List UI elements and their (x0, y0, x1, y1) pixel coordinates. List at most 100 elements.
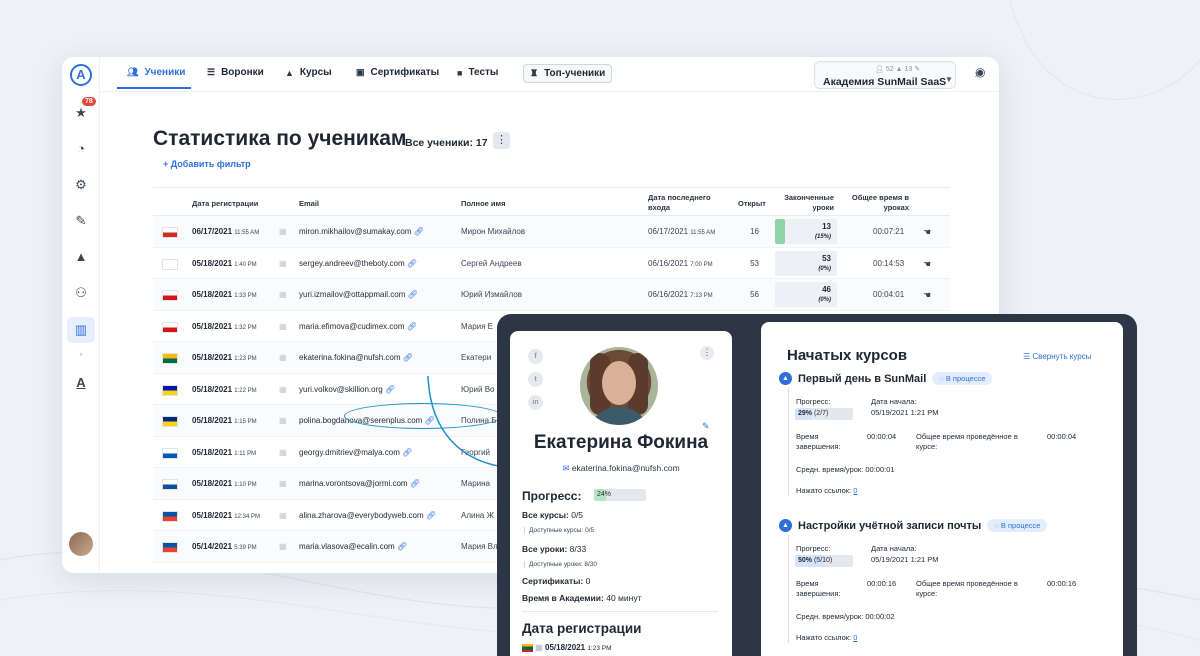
col-registration-date[interactable]: Дата регистрации (192, 199, 258, 209)
link-icon[interactable]: 🔗︎ (426, 511, 436, 520)
windows-icon: ▦ (279, 227, 287, 236)
avatar[interactable] (69, 532, 93, 556)
table-row[interactable]: 05/18/2021 1:40 PM ▦ sergey.andreev@thebot… (153, 248, 950, 279)
col-email[interactable]: Email (299, 199, 319, 209)
users-icon: 👥︎ (127, 67, 139, 77)
all-lessons: Все уроки: 8/33 (522, 544, 587, 554)
avg-time: Средн. время/урок: 00:00:01 (796, 465, 895, 474)
course-title[interactable]: ▲ Настройки учётной записи почты ◌ В проце… (779, 519, 1048, 532)
country-flag (162, 227, 178, 238)
windows-icon: ▦ (279, 321, 287, 331)
add-filter-link[interactable]: + Добавить фильтр (163, 159, 251, 169)
gear-icon[interactable]: ⚙ (73, 177, 89, 193)
tab-courses[interactable]: ▲ Курсы (285, 67, 332, 78)
academy-icon[interactable]: A (73, 375, 89, 391)
link-icon[interactable]: 🔗︎ (385, 385, 395, 394)
org-stats: 👤︎ 52 ▲ 13 ✎ (875, 66, 921, 73)
chart-icon[interactable]: ▥ (73, 322, 89, 338)
view-hand-icon[interactable]: ☚ (923, 227, 931, 238)
link-icon[interactable]: 🔗︎ (402, 448, 412, 457)
link-icon[interactable]: 🔗︎ (403, 353, 413, 362)
app-logo[interactable]: A (70, 64, 92, 86)
windows-icon: ▦ (279, 479, 287, 488)
link-icon[interactable]: 🔗︎ (407, 322, 417, 331)
funnel-icon: ☰ (207, 67, 216, 77)
dashboard-gauge-icon[interactable]: ◔ (73, 141, 89, 157)
course-title[interactable]: ▲ Первый день в SunMail ◌ В процессе (779, 372, 993, 385)
certificate-icon: ▣ (356, 67, 365, 77)
col-last-login[interactable]: Дата последнего входа (648, 193, 728, 213)
active-tab-indicator (117, 87, 191, 89)
view-hand-icon[interactable]: ☚ (923, 259, 931, 270)
email-cell[interactable]: maria.vlasova@ecalin.com 🔗︎ (299, 542, 407, 551)
edit-pencil-icon[interactable]: ✎ (702, 421, 710, 432)
tab-funnels[interactable]: ☰ Воронки (207, 67, 264, 78)
col-full-name[interactable]: Полное имя (461, 199, 505, 209)
email-cell[interactable]: sergey.andreev@theboty.com 🔗︎ (299, 259, 417, 268)
links-clicked: Нажато ссылок: 0 (796, 486, 858, 495)
envelope-icon: ✉ (562, 463, 570, 473)
graduation-cap-icon[interactable]: ▲ (73, 249, 89, 265)
last-login: 06/16/2021 7:13 PM (648, 290, 713, 299)
progress-label: Прогресс: (522, 489, 582, 503)
certificates: Сертификаты: 0 (522, 576, 591, 586)
organization-selector[interactable]: 👤︎ 52 ▲ 13 ✎ Академия SunMail SaaS ▼ (814, 61, 956, 89)
total-time: 00:04:01 (873, 290, 905, 299)
email-cell[interactable]: miron.mikhailov@sumakay.com 🔗︎ (299, 227, 424, 236)
facebook-icon[interactable]: f (528, 349, 543, 364)
top-navigation: 👥︎ Ученики ☰ Воронки ▲ Курсы ▣ Сертификаты ■… (100, 57, 999, 91)
email-cell[interactable]: yuri.izmailov@ottappmail.com 🔗︎ (299, 290, 418, 299)
email-cell[interactable]: yuri.volkov@skillion.org 🔗︎ (299, 385, 395, 394)
link-icon[interactable]: 🔗︎ (397, 542, 407, 551)
start-date: 05/19/2021 1:21 PM (871, 555, 939, 564)
links-count[interactable]: 0 (853, 633, 857, 642)
email-cell[interactable]: marina.vorontsova@jormi.com 🔗︎ (299, 479, 420, 488)
profile-more-button[interactable]: ⋮ (700, 346, 714, 360)
links-count[interactable]: 0 (853, 486, 857, 495)
org-name: Академия SunMail SaaS (823, 76, 947, 88)
registration-date: 05/18/2021 1:33 PM (192, 290, 257, 299)
linkedin-icon[interactable]: in (528, 395, 543, 410)
table-row[interactable]: 05/18/2021 1:33 PM ▦ yuri.izmailov@ottappm… (153, 279, 950, 311)
registration-date: 05/14/2021 5:39 PM (192, 542, 257, 551)
more-options-button[interactable]: ⋮ (493, 132, 510, 149)
windows-icon: ▦ (279, 510, 287, 520)
col-finished-lessons[interactable]: Законченные уроки (779, 193, 834, 213)
country-flag (162, 416, 178, 427)
registration-date: 05/18/2021 1:40 PM (192, 258, 257, 268)
link-icon[interactable]: 🔗︎ (407, 259, 417, 268)
tab-certificates[interactable]: ▣ Сертификаты (356, 67, 439, 78)
country-flag (162, 321, 178, 333)
link-icon[interactable]: 🔗︎ (410, 479, 420, 488)
registration-date-title: Дата регистрации (522, 621, 642, 636)
col-total-time[interactable]: Общее время в уроках (847, 193, 909, 213)
email-cell[interactable]: alina.zharova@everybodyweb.com 🔗︎ (299, 511, 436, 520)
country-flag (162, 447, 178, 459)
link-icon[interactable]: 🔗︎ (408, 290, 418, 299)
users-icon[interactable]: ⚇ (73, 285, 89, 301)
tab-top-students[interactable]: ♜ Топ-ученики (523, 64, 613, 83)
twitter-icon[interactable]: t (528, 372, 543, 387)
collapse-courses-link[interactable]: ☰ Свернуть курсы (1023, 352, 1091, 361)
link-icon[interactable]: 🔗︎ (414, 227, 424, 236)
courses-title: Начатых курсов (787, 347, 908, 364)
eye-icon[interactable]: ◉ (975, 65, 985, 79)
registration-date: 05/18/2021 1:32 PM (192, 321, 257, 331)
registration-date: 05/18/2021 12:34 PM (192, 510, 260, 520)
table-row[interactable]: 06/17/2021 11:55 AM ▦ miron.mikhailov@suma… (153, 216, 950, 248)
email-cell[interactable]: ekaterina.fokina@nufsh.com 🔗︎ (299, 353, 413, 362)
table-header: Дата регистрации Email Полное имя Дата п… (153, 187, 950, 216)
brush-icon[interactable]: ✎ (73, 213, 89, 229)
course-progress-bar: 50% (5/10) (795, 555, 853, 567)
email-cell[interactable]: maria.efimova@cudimex.com 🔗︎ (299, 322, 417, 331)
col-opened[interactable]: Открыт (738, 199, 766, 209)
windows-icon: ▦ (279, 353, 287, 362)
student-name: Екатерина Фокина (533, 432, 709, 453)
view-hand-icon[interactable]: ☚ (923, 290, 931, 301)
full-name: Мария Е (461, 321, 494, 331)
tab-tests[interactable]: ■ Тесты (457, 67, 498, 78)
star-icon[interactable]: ★ (73, 105, 89, 121)
email-cell[interactable]: georgy.dmitriev@malya.com 🔗︎ (299, 448, 412, 457)
tab-students[interactable]: 👥︎ Ученики (127, 67, 185, 78)
opened-count: 53 (750, 258, 759, 268)
